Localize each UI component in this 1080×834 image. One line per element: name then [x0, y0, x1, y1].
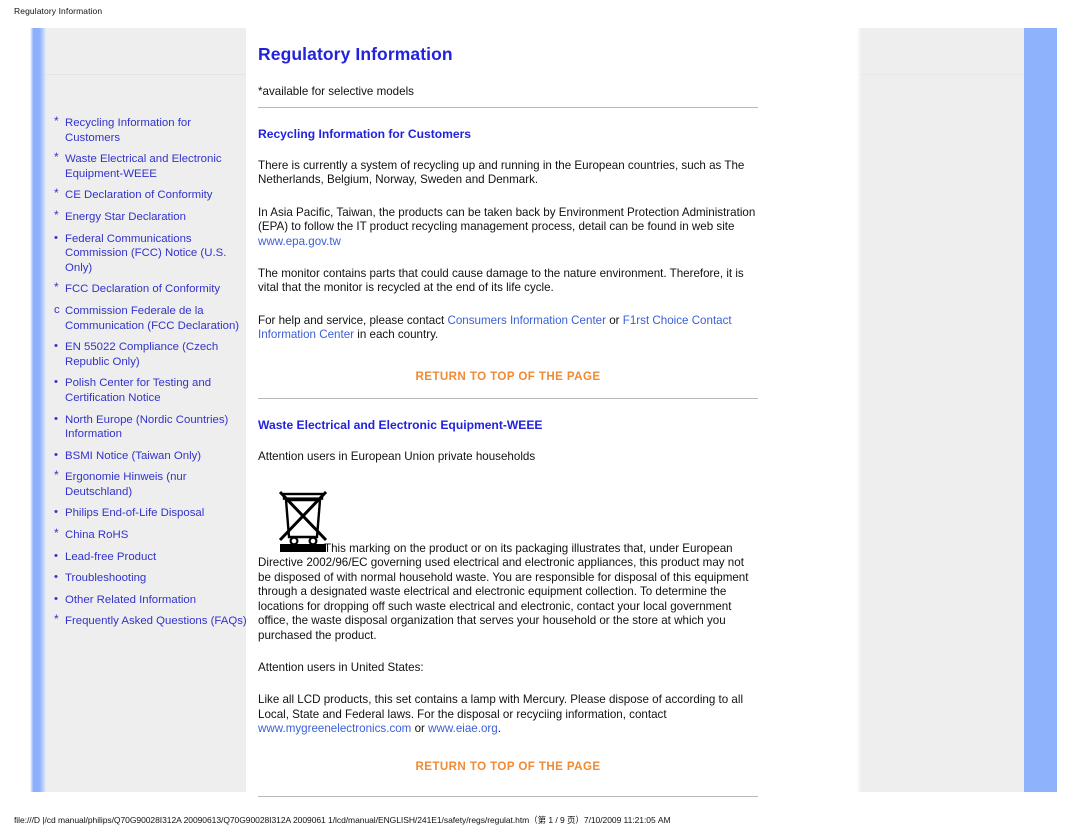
right-panel-accent-bar — [1024, 28, 1057, 792]
mygreenelectronics-link[interactable]: www.mygreenelectronics.com — [258, 722, 411, 735]
right-decorative-panel — [857, 28, 1057, 792]
mercury-text-before: Like all LCD products, this set contains… — [258, 693, 744, 721]
sidebar-nav-list: * Recycling Information for Customers * Was… — [53, 114, 248, 636]
sidebar-item-label: Federal Communications Commission (FCC) … — [65, 232, 227, 274]
sidebar-item-label: Ergonomie Hinweis (nur Deutschland) — [65, 471, 187, 498]
sidebar-panel: * Recycling Information for Customers * Was… — [30, 28, 248, 792]
sidebar-item-bullet-icon: * — [54, 150, 59, 165]
sidebar-item-11[interactable]: * Ergonomie Hinweis (nur Deutschland) — [53, 468, 248, 499]
sidebar-item-label: Polish Center for Testing and Certificat… — [65, 377, 212, 404]
help-text-mid: or — [605, 313, 623, 327]
sidebar-item-bullet-icon: * — [54, 612, 59, 627]
epa-link[interactable]: www.epa.gov.tw — [258, 235, 341, 248]
sidebar-item-bullet-icon: • — [54, 412, 58, 425]
sidebar-item-label: Energy Star Declaration — [65, 210, 186, 223]
sidebar-item-9[interactable]: • North Europe (Nordic Countries) Informa… — [53, 413, 248, 442]
recycling-paragraph-1: There is currently a system of recycling… — [258, 159, 745, 187]
sidebar-item-label: CE Declaration of Conformity — [65, 189, 213, 202]
sidebar-item-label: Frequently Asked Questions (FAQs) — [65, 615, 247, 628]
recycling-paragraph-2: In Asia Pacific, Taiwan, the products ca… — [258, 206, 758, 249]
sidebar-item-label: FCC Declaration of Conformity — [65, 283, 221, 296]
weee-marking-block: This marking on the product or on its pa… — [258, 484, 758, 643]
sidebar-item-4[interactable]: • Federal Communications Commission (FCC)… — [53, 232, 248, 276]
return-to-top-link-1[interactable]: RETURN TO TOP OF THE PAGE — [416, 370, 601, 383]
sidebar-item-bullet-icon: • — [54, 448, 58, 461]
section-heading-weee: Waste Electrical and Electronic Equipmen… — [258, 417, 543, 432]
sidebar-item-6[interactable]: c Commission Federale de la Communication… — [53, 304, 248, 333]
sidebar-item-7[interactable]: • EN 55022 Compliance (Czech Republic Onl… — [53, 340, 248, 369]
sidebar-item-bullet-icon: * — [54, 207, 59, 222]
sidebar-item-label: EN 55022 Compliance (Czech Republic Only… — [65, 341, 219, 368]
mercury-text-mid: or — [411, 722, 429, 736]
sidebar-accent-bar — [30, 28, 46, 792]
sidebar-item-15[interactable]: • Troubleshooting — [53, 571, 248, 586]
print-footer-path: file:///D |/cd manual/philips/Q70G90028I… — [14, 815, 671, 825]
divider-bottom — [258, 795, 758, 797]
crossed-out-wheelie-bin-icon — [278, 491, 328, 553]
sidebar-item-label: Troubleshooting — [65, 572, 147, 585]
sidebar-item-2[interactable]: * CE Declaration of Conformity — [53, 186, 248, 203]
return-to-top-link-2[interactable]: RETURN TO TOP OF THE PAGE — [416, 760, 601, 773]
sidebar-item-14[interactable]: • Lead-free Product — [53, 550, 248, 565]
sidebar-item-label: Lead-free Product — [65, 550, 157, 563]
sidebar-item-3[interactable]: * Energy Star Declaration — [53, 207, 248, 225]
sidebar-item-bullet-icon: • — [54, 506, 58, 519]
help-text-after: in each country. — [354, 328, 439, 342]
sidebar-item-bullet-icon: • — [54, 592, 58, 605]
recycling-p2-text: In Asia Pacific, Taiwan, the products ca… — [258, 205, 756, 234]
divider-middle — [258, 397, 758, 399]
section-heading-recycling: Recycling Information for Customers — [258, 127, 472, 141]
print-header-title: Regulatory Information — [14, 6, 103, 16]
sidebar-item-16[interactable]: • Other Related Information — [53, 593, 248, 608]
divider-top — [258, 107, 758, 108]
weee-mercury-paragraph: Like all LCD products, this set contains… — [258, 693, 758, 736]
weee-attention-eu: Attention users in European Union privat… — [258, 449, 536, 463]
sidebar-item-bullet-icon: • — [54, 231, 58, 244]
sidebar-item-bullet-icon: c — [54, 303, 60, 316]
sidebar-item-5[interactable]: * FCC Declaration of Conformity — [53, 280, 248, 297]
recycling-paragraph-3: The monitor contains parts that could ca… — [258, 267, 744, 295]
sidebar-item-label: North Europe (Nordic Countries) Informat… — [65, 413, 229, 441]
sidebar-item-label: Recycling Information for Customers — [65, 117, 191, 144]
sidebar-item-bullet-icon: • — [54, 340, 58, 353]
availability-note: *available for selective models — [258, 85, 414, 98]
weee-attention-us: Attention users in United States: — [258, 660, 424, 674]
sidebar-item-label: Commission Federale de la Communication … — [65, 304, 240, 332]
sidebar-item-10[interactable]: • BSMI Notice (Taiwan Only) — [53, 449, 248, 464]
help-text-before: For help and service, please contact — [258, 313, 448, 327]
sidebar-item-bullet-icon: • — [54, 549, 58, 562]
sidebar-item-bullet-icon: * — [54, 526, 59, 541]
sidebar-item-bullet-icon: • — [54, 571, 58, 584]
sidebar-item-label: China RoHS — [65, 529, 129, 542]
sidebar-item-label: Other Related Information — [65, 593, 197, 606]
sidebar-item-label: BSMI Notice (Taiwan Only) — [65, 449, 202, 462]
sidebar-item-13[interactable]: * China RoHS — [53, 526, 248, 543]
return-to-top-wrap-2: RETURN TO TOP OF THE PAGE — [258, 757, 758, 775]
sidebar-item-0[interactable]: * Recycling Information for Customers — [53, 114, 248, 145]
sidebar-item-bullet-icon: • — [54, 376, 58, 389]
sidebar-item-bullet-icon: * — [54, 280, 59, 295]
sidebar-item-8[interactable]: • Polish Center for Testing and Certifica… — [53, 376, 248, 405]
sidebar-item-bullet-icon: * — [54, 468, 59, 483]
page-title: Regulatory Information — [258, 44, 453, 64]
right-panel-divider — [861, 74, 1024, 75]
mercury-text-after: . — [497, 722, 501, 736]
main-content: Regulatory Information *available for se… — [258, 44, 758, 797]
document-page: * Recycling Information for Customers * Was… — [0, 26, 1080, 806]
sidebar-item-bullet-icon: * — [54, 114, 59, 128]
sidebar-divider — [46, 74, 246, 75]
recycling-paragraph-4: For help and service, please contact Con… — [258, 314, 758, 343]
sidebar-item-label: Waste Electrical and Electronic Equipmen… — [65, 153, 222, 180]
eiae-link[interactable]: www.eiae.org — [428, 722, 498, 735]
return-to-top-wrap-1: RETURN TO TOP OF THE PAGE — [258, 367, 758, 385]
right-panel-edge — [857, 28, 861, 792]
sidebar-item-bullet-icon: * — [54, 186, 59, 201]
sidebar-item-label: Philips End-of-Life Disposal — [65, 507, 205, 520]
consumers-information-center-link[interactable]: Consumers Information Center — [447, 314, 606, 327]
sidebar-item-12[interactable]: • Philips End-of-Life Disposal — [53, 506, 248, 521]
sidebar-item-1[interactable]: * Waste Electrical and Electronic Equipme… — [53, 150, 248, 181]
sidebar-item-17[interactable]: * Frequently Asked Questions (FAQs) — [53, 612, 248, 629]
weee-marking-text: This marking on the product or on its pa… — [258, 542, 749, 642]
